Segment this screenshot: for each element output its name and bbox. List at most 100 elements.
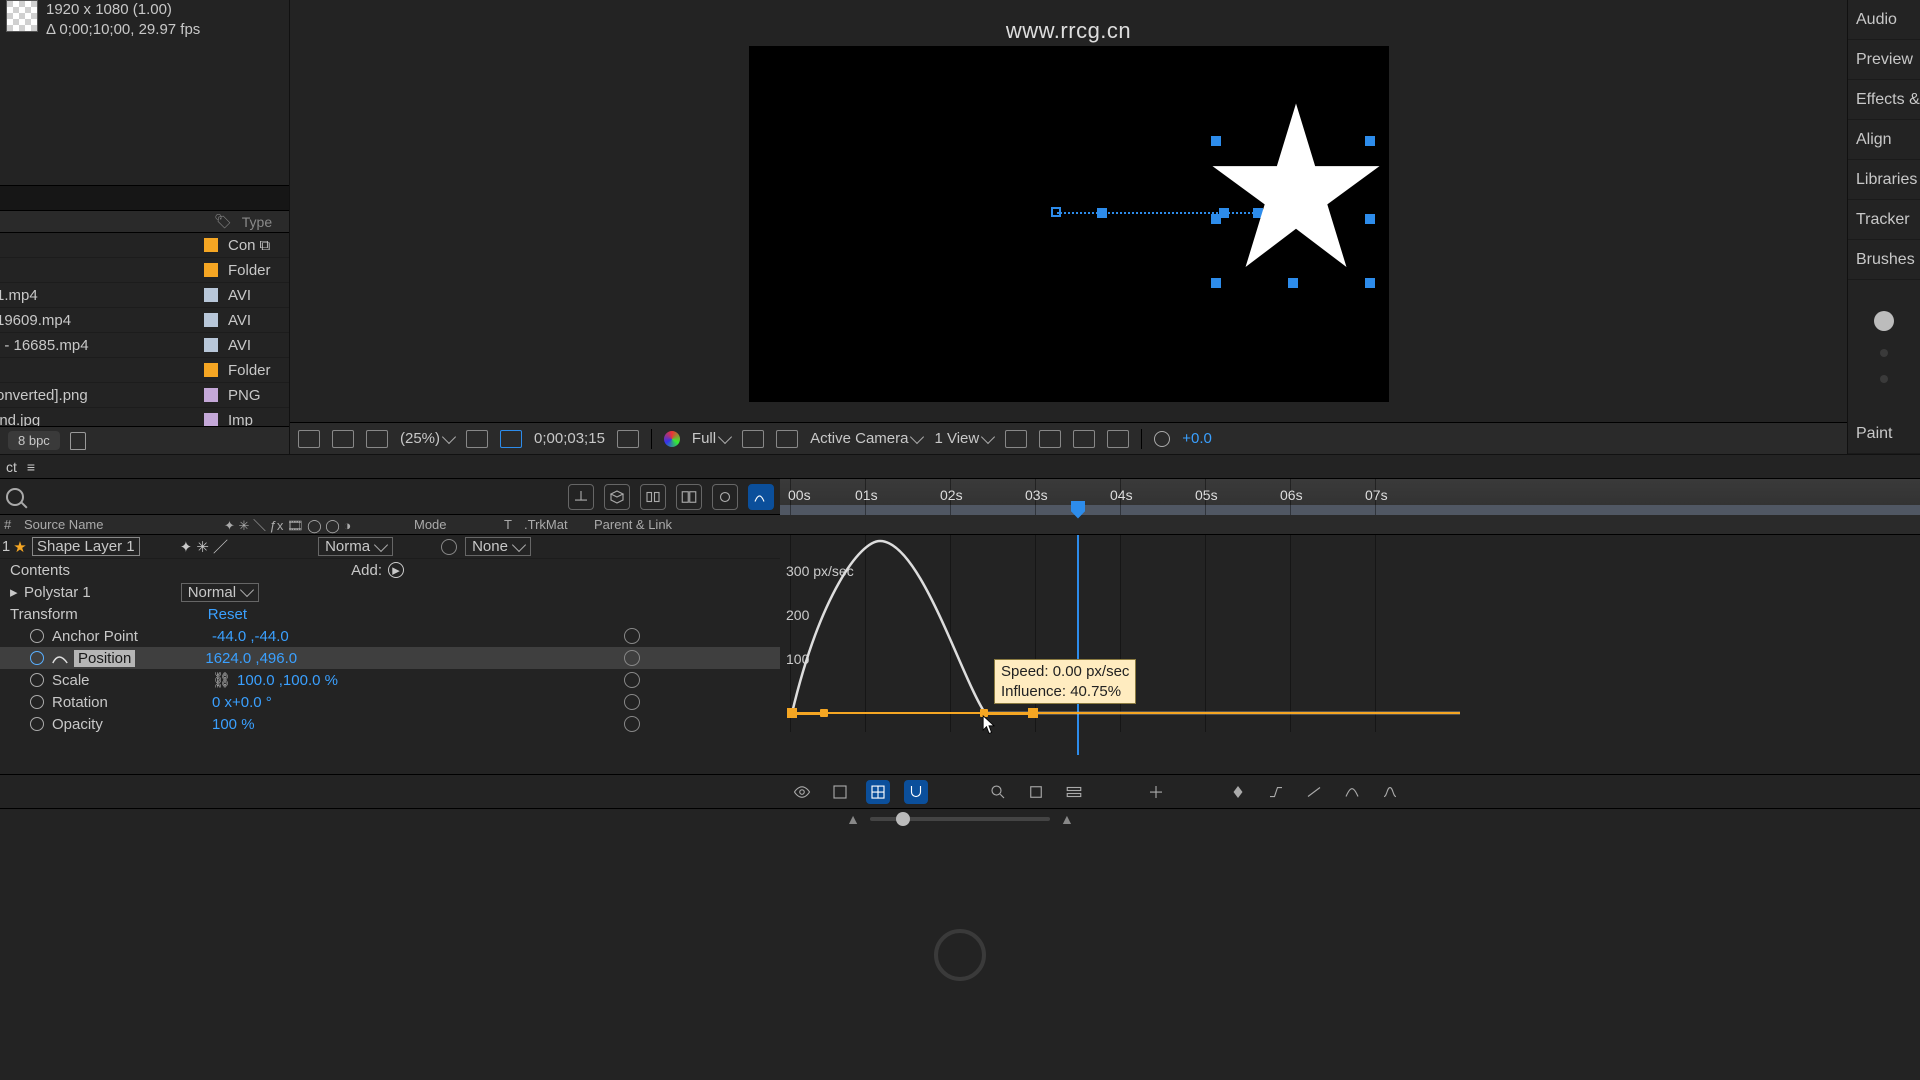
project-item-row[interactable]: 19609.mp4 AVI <box>0 308 289 333</box>
col-mode[interactable]: Mode <box>410 515 500 534</box>
exposure-value[interactable]: +0.0 <box>1182 430 1212 447</box>
tag-icon[interactable]: 🏷 <box>214 213 232 230</box>
project-item-row[interactable]: onverted].png PNG <box>0 383 289 408</box>
graph-editor[interactable]: 300 px/sec 200 100 Speed: 0.00 px/sec In… <box>780 535 1920 774</box>
work-area-bar[interactable] <box>780 505 1920 515</box>
bbox-handle[interactable] <box>1211 278 1221 288</box>
fit-selection-icon[interactable] <box>986 780 1010 804</box>
brush-preview-dot[interactable] <box>1874 311 1894 331</box>
timeline-tab[interactable]: ct <box>6 459 17 475</box>
layer-row[interactable]: 1 ★ Shape Layer 1 ✦ ✳ ／ Norma None <box>0 535 780 559</box>
res-icon[interactable] <box>466 430 488 448</box>
bit-depth-button[interactable]: 8 bpc <box>8 431 60 450</box>
easy-ease-icon[interactable] <box>1378 780 1402 804</box>
col-source-name[interactable]: Source Name <box>20 515 220 534</box>
col-trkmat[interactable]: .TrkMat <box>520 515 590 534</box>
stopwatch-icon[interactable] <box>30 673 44 687</box>
prop-position-value[interactable]: 1624.0 ,496.0 <box>205 650 297 667</box>
project-item-row[interactable]: Folder <box>0 358 289 383</box>
grid-icon[interactable] <box>776 430 798 448</box>
project-search[interactable] <box>0 185 289 211</box>
prop-opacity-value[interactable]: 100 % <box>212 716 255 733</box>
pickwhip-icon[interactable] <box>624 672 640 688</box>
current-time[interactable]: 0;00;03;15 <box>534 430 605 447</box>
layer-name[interactable]: Shape Layer 1 <box>32 537 140 556</box>
pickwhip-icon[interactable] <box>624 628 640 644</box>
bbox-handle[interactable] <box>1288 278 1298 288</box>
panel-tab-libraries[interactable]: Libraries <box>1848 160 1920 200</box>
project-item-row[interactable]: Con ⧉ <box>0 233 289 258</box>
search-icon[interactable] <box>6 488 24 506</box>
graph-editor-include-icon[interactable] <box>52 652 68 664</box>
fast-preview-icon[interactable] <box>1073 430 1095 448</box>
project-item-row[interactable]: ind.jpg Imp <box>0 408 289 426</box>
brush-preview-dot-small[interactable] <box>1880 375 1888 383</box>
col-switches[interactable]: ✦ ✳ ＼ ƒx 🎞 ◯ ◯ ◑ <box>220 515 410 534</box>
zoom-in-icon[interactable]: ▲ <box>1060 811 1074 827</box>
add-shape-button[interactable]: ▸ <box>388 562 404 578</box>
reset-link[interactable]: Reset <box>208 606 247 623</box>
edit-keyframe-icon[interactable] <box>1226 780 1250 804</box>
panel-tab-preview[interactable]: Preview <box>1848 40 1920 80</box>
prop-opacity-label[interactable]: Opacity <box>52 716 212 733</box>
bbox-handle[interactable] <box>1365 278 1375 288</box>
brush-preview-dot-small[interactable] <box>1880 349 1888 357</box>
mask-icon[interactable] <box>366 430 388 448</box>
collapse-icon[interactable] <box>712 484 738 510</box>
col-num[interactable]: # <box>0 515 20 534</box>
pickwhip-icon[interactable] <box>441 539 457 555</box>
prop-anchor-label[interactable]: Anchor Point <box>52 628 212 645</box>
zoom-select[interactable]: (25%) <box>400 430 454 447</box>
star-shape[interactable] <box>1205 100 1387 274</box>
transform-label[interactable]: Transform <box>10 606 78 623</box>
color-channel-icon[interactable] <box>664 431 680 447</box>
contents-label[interactable]: Contents <box>10 562 70 579</box>
auto-zoom-icon[interactable] <box>1062 780 1086 804</box>
prop-scale-label[interactable]: Scale <box>52 672 212 689</box>
motion-path-handle[interactable] <box>1097 208 1107 218</box>
motion-blur-icon[interactable] <box>676 484 702 510</box>
parent-select[interactable]: None <box>465 537 531 556</box>
time-ruler[interactable]: 00s 01s 02s 03s 04s 05s 06s 07s <box>780 479 1920 515</box>
project-item-row[interactable]: I - 16685.mp4 AVI <box>0 333 289 358</box>
col-type-header[interactable]: Type <box>242 214 272 230</box>
graph-editor-icon[interactable] <box>748 484 774 510</box>
col-t[interactable]: T <box>500 515 520 534</box>
timeline-zoom-slider[interactable]: ▲ ▲ <box>0 809 1920 829</box>
panel-tab-audio[interactable]: Audio <box>1848 0 1920 40</box>
view-layout-icon[interactable] <box>1005 430 1027 448</box>
panel-tab-tracker[interactable]: Tracker <box>1848 200 1920 240</box>
project-item-row[interactable]: 1.mp4 AVI <box>0 283 289 308</box>
transparency-grid-icon[interactable] <box>500 430 522 448</box>
flowchart-icon[interactable]: ⧉ <box>260 237 271 254</box>
prop-scale-value[interactable]: 100.0 ,100.0 % <box>237 672 338 689</box>
prop-rotation-value[interactable]: 0 x+0.0 ° <box>212 694 272 711</box>
composition-viewer[interactable]: www.rrcg.cn <box>290 4 1847 422</box>
camera-select[interactable]: Active Camera <box>810 430 922 447</box>
frame-blend-icon[interactable] <box>640 484 666 510</box>
stopwatch-icon[interactable] <box>30 651 44 665</box>
pickwhip-icon[interactable] <box>624 694 640 710</box>
panel-tab-brushes[interactable]: Brushes <box>1848 240 1920 280</box>
bezier-handle-line[interactable] <box>795 713 825 715</box>
pixel-aspect-icon[interactable] <box>1039 430 1061 448</box>
separate-dim-icon[interactable] <box>1144 780 1168 804</box>
composition-thumb[interactable] <box>6 0 38 32</box>
graph-type-icon[interactable] <box>866 780 890 804</box>
region-icon[interactable] <box>298 430 320 448</box>
stopwatch-icon[interactable] <box>30 695 44 709</box>
panel-tab-paint[interactable]: Paint <box>1848 414 1920 454</box>
constrain-icon[interactable]: ⛓ <box>212 671 231 689</box>
flowchart-icon[interactable] <box>1107 430 1129 448</box>
polystar-mode-select[interactable]: Normal <box>181 583 259 602</box>
polystar-label[interactable]: Polystar 1 <box>24 584 91 601</box>
monitor-icon[interactable] <box>332 430 354 448</box>
pickwhip-icon[interactable] <box>624 716 640 732</box>
convert-bezier-icon[interactable] <box>1340 780 1364 804</box>
eye-icon[interactable] <box>790 780 814 804</box>
stopwatch-icon[interactable] <box>30 717 44 731</box>
zoom-out-icon[interactable]: ▲ <box>846 811 860 827</box>
show-props-icon[interactable] <box>828 780 852 804</box>
roi-icon[interactable] <box>742 430 764 448</box>
panel-tab-align[interactable]: Align <box>1848 120 1920 160</box>
